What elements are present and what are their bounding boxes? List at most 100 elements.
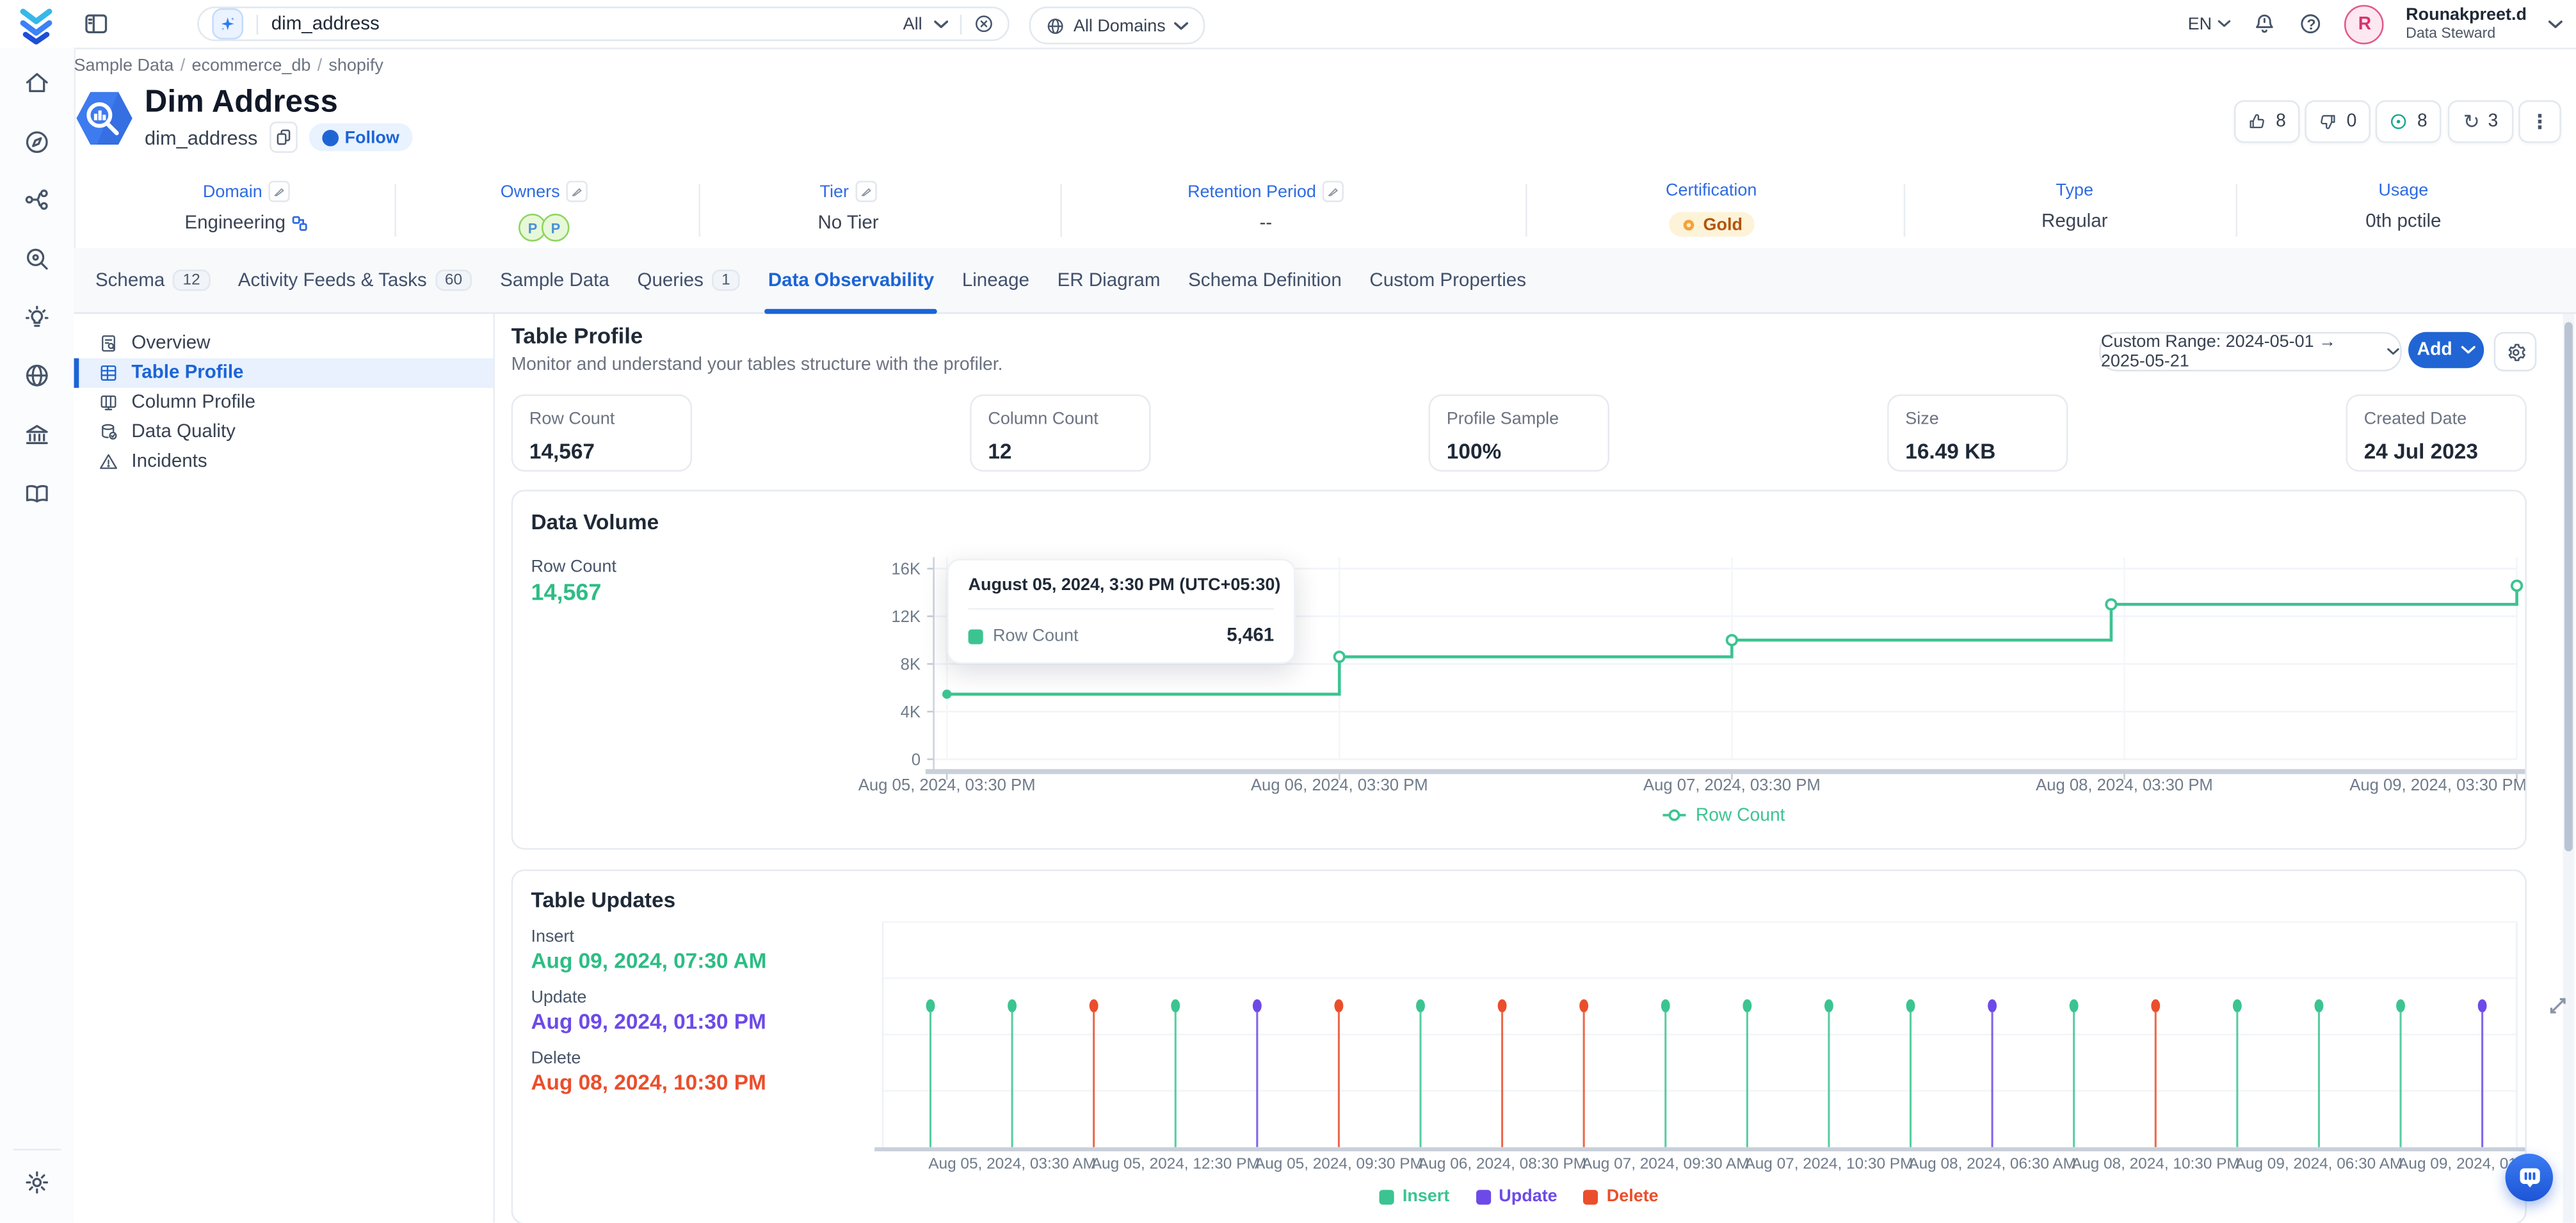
date-range-button[interactable]: Custom Range: 2024-05-01 → 2025-05-21 — [2099, 332, 2402, 372]
scrollbar-thumb[interactable] — [2564, 322, 2573, 851]
meta-type-value: Regular — [2041, 212, 2107, 232]
explore-compass-icon[interactable] — [23, 128, 51, 156]
tab-lineage[interactable]: Lineage — [962, 247, 1029, 313]
notifications-bell-icon[interactable] — [2253, 12, 2278, 36]
tooltip-series-swatch — [969, 628, 983, 643]
chat-widget-button[interactable] — [2506, 1154, 2553, 1201]
tab-activity-feeds[interactable]: Activity Feeds & Tasks60 — [238, 247, 472, 313]
copy-button[interactable] — [269, 122, 297, 153]
subnav-incidents[interactable]: Incidents — [74, 447, 494, 476]
search-scope-select[interactable]: All — [903, 14, 922, 34]
svg-text:Aug 05, 2024, 09:30 PM: Aug 05, 2024, 09:30 PM — [1255, 1155, 1423, 1172]
tooltip-series-label: Row Count — [993, 626, 1078, 646]
table-updates-legend: Insert Update Delete — [513, 1187, 2525, 1206]
upvote-button[interactable]: 8 — [2234, 100, 2300, 143]
downvote-count: 0 — [2347, 112, 2357, 132]
thumbs-up-icon — [2248, 112, 2268, 132]
breadcrumb-item[interactable]: shopify — [328, 56, 383, 76]
home-icon[interactable] — [23, 69, 51, 97]
clear-search-icon[interactable] — [973, 13, 994, 35]
meta-usage: Usage 0th pctile — [2365, 180, 2441, 232]
svg-text:Aug 08, 2024, 06:30 AM: Aug 08, 2024, 06:30 AM — [1908, 1155, 2076, 1172]
subnav-column-profile[interactable]: Column Profile — [74, 388, 494, 417]
profiler-subnav: Overview Table Profile Column Profile Da… — [74, 314, 494, 1222]
legend-update[interactable]: Update — [1476, 1187, 1557, 1206]
app-root: dim_address All All Domains EN — [0, 0, 2576, 1223]
table-updates-chart[interactable]: Aug 05, 2024, 03:30 AMAug 05, 2024, 12:3… — [513, 871, 2527, 1223]
tasks-button[interactable]: 8 — [2376, 100, 2442, 143]
settings-gear-icon[interactable] — [23, 1169, 51, 1197]
data-quality-icon — [99, 422, 118, 442]
stat-card-column-count: Column Count12 — [970, 394, 1150, 472]
meta-retention-value: -- — [1187, 214, 1344, 234]
meta-domain-label: Domain — [184, 180, 309, 202]
profiler-settings-button[interactable] — [2494, 332, 2537, 372]
search-current-entity[interactable]: dim_address — [271, 14, 380, 34]
chevron-down-icon — [2388, 347, 2401, 356]
stat-card-row-count: Row Count14,567 — [511, 394, 692, 472]
subnav-overview[interactable]: Overview — [74, 329, 494, 358]
meta-domain-value[interactable]: Engineering — [184, 214, 309, 234]
add-button[interactable]: Add — [2408, 332, 2484, 368]
tab-er-diagram[interactable]: ER Diagram — [1058, 247, 1161, 313]
meta-tier-value: No Tier — [817, 214, 878, 234]
domains-globe-icon[interactable] — [23, 362, 51, 390]
tooltip-series-value: 5,461 — [1227, 626, 1274, 646]
edit-pencil-icon[interactable] — [269, 180, 290, 202]
downvote-button[interactable]: 0 — [2305, 100, 2371, 143]
meta-retention: Retention Period -- — [1187, 180, 1344, 233]
tab-data-observability[interactable]: Data Observability — [768, 247, 934, 313]
meta-type-label: Type — [2041, 180, 2107, 200]
follow-button[interactable]: ★ Follow — [309, 124, 412, 152]
tab-schema-definition[interactable]: Schema Definition — [1188, 247, 1342, 313]
meta-tier: Tier No Tier — [817, 180, 878, 233]
domains-filter-button[interactable]: All Domains — [1029, 6, 1205, 44]
svg-text:16K: 16K — [891, 561, 921, 579]
sidebar-toggle-icon[interactable] — [82, 10, 110, 38]
tab-schema[interactable]: Schema12 — [95, 247, 210, 313]
incidents-warning-icon — [99, 452, 118, 472]
lineage-nodes-icon[interactable] — [23, 186, 51, 214]
meta-retention-label: Retention Period — [1187, 180, 1344, 202]
tab-sample-data[interactable]: Sample Data — [500, 247, 609, 313]
user-avatar[interactable]: R — [2345, 4, 2385, 44]
edit-pencil-icon[interactable] — [855, 180, 876, 202]
subnav-data-quality[interactable]: Data Quality — [74, 417, 494, 447]
versions-button[interactable]: ↻ 3 — [2448, 100, 2514, 143]
more-actions-button[interactable]: ⋮ — [2518, 100, 2561, 143]
subnav-divider — [493, 314, 495, 1222]
svg-text:Aug 07, 2024, 09:30 AM: Aug 07, 2024, 09:30 AM — [1582, 1155, 1750, 1172]
gear-icon — [2504, 341, 2525, 362]
owner-avatar[interactable]: P — [542, 214, 570, 242]
svg-text:8K: 8K — [901, 655, 921, 673]
openmetadata-logo-icon[interactable] — [17, 5, 56, 45]
user-menu[interactable]: Rounakpreet.d Data Steward — [2406, 6, 2527, 41]
user-name: Rounakpreet.d — [2406, 6, 2527, 24]
follow-star-icon: ★ — [322, 129, 339, 146]
column-profile-icon — [99, 393, 118, 413]
insights-bulb-icon[interactable] — [23, 304, 51, 332]
edit-pencil-icon[interactable] — [1323, 180, 1344, 202]
data-volume-chart[interactable]: 04K8K12K16KAug 05, 2024, 03:30 PMAug 06,… — [513, 492, 2527, 850]
observability-search-icon[interactable] — [23, 245, 51, 273]
resize-handle-icon[interactable] — [2547, 995, 2570, 1018]
tab-custom-properties[interactable]: Custom Properties — [1369, 247, 1526, 313]
certification-gold-badge: Gold — [1669, 212, 1754, 237]
edit-pencil-icon[interactable] — [567, 180, 588, 202]
help-icon[interactable]: ? — [2299, 12, 2324, 36]
tab-queries[interactable]: Queries1 — [637, 247, 740, 313]
subnav-table-profile[interactable]: Table Profile — [74, 358, 494, 388]
upvote-count: 8 — [2276, 112, 2286, 132]
legend-insert[interactable]: Insert — [1380, 1187, 1449, 1206]
subdomain-icon — [292, 215, 309, 232]
global-search-bar[interactable]: dim_address All — [197, 6, 1010, 41]
glossary-book-icon[interactable] — [23, 480, 51, 508]
breadcrumb-item[interactable]: Sample Data — [74, 56, 174, 76]
breadcrumb-item[interactable]: ecommerce_db — [191, 56, 310, 76]
language-select[interactable]: EN — [2188, 14, 2232, 34]
governance-bank-icon[interactable] — [23, 420, 51, 449]
svg-text:12K: 12K — [891, 608, 921, 626]
versions-icon: ↻ — [2463, 110, 2480, 133]
legend-delete[interactable]: Delete — [1584, 1187, 1659, 1206]
kebab-menu-icon: ⋮ — [2530, 110, 2550, 133]
